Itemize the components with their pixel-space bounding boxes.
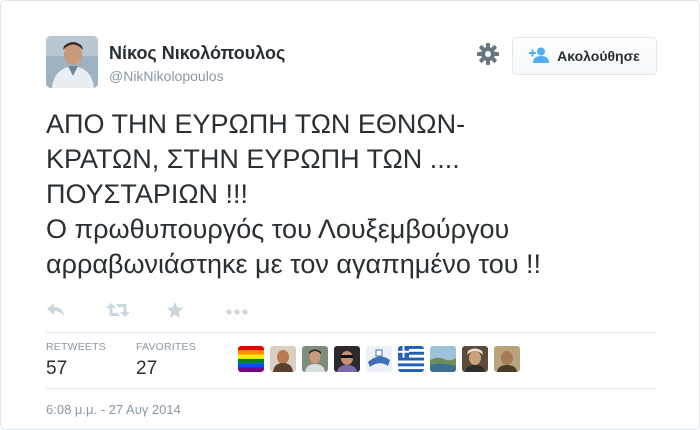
follow-button[interactable]: Ακολούθησε [512,37,657,75]
avatar[interactable] [270,346,296,372]
favorites-stat[interactable]: FAVORITES 27 [136,341,196,380]
favorite-icon [166,301,184,324]
favorite-button[interactable] [166,301,226,323]
more-icon [226,303,248,321]
user-display-name[interactable]: Νίκος Νικολόπουλος [109,43,285,64]
favorites-label: FAVORITES [136,341,196,353]
favorites-count: 27 [136,358,158,379]
avatar[interactable] [302,346,328,372]
tweet-text: ΑΠΟ ΤΗΝ ΕΥΡΩΠΗ ΤΩΝ ΕΘΝΩΝ- ΚΡΑΤΩΝ, ΣΤΗΝ Ε… [46,109,541,279]
reply-button[interactable] [46,301,106,323]
retweets-label: RETWEETS [46,341,106,353]
user-handle[interactable]: @NikNikolopoulos [109,68,224,84]
gear-icon[interactable] [476,42,500,66]
more-button[interactable] [226,301,286,323]
reply-icon [46,302,66,323]
tweet-card: Νίκος Νικολόπουλος @NikNikolopoulos Ακολ… [0,0,700,430]
add-user-icon [529,47,550,66]
tweet-actions [46,301,286,323]
avatar[interactable] [398,346,424,372]
tweet-timestamp[interactable]: 6:08 μ.μ. - 27 Αυγ 2014 [46,402,181,417]
avatar[interactable] [494,346,520,372]
divider [46,388,656,389]
avatar[interactable] [366,346,392,372]
favorited-by-avatars [238,346,520,372]
retweets-count: 57 [46,358,68,379]
retweet-button[interactable] [106,301,166,323]
avatar[interactable] [462,346,488,372]
retweet-icon [106,302,130,323]
avatar[interactable] [430,346,456,372]
follow-button-label: Ακολούθησε [557,48,640,64]
divider [46,332,656,333]
avatar[interactable] [334,346,360,372]
user-avatar[interactable] [46,36,98,88]
avatar[interactable] [238,346,264,372]
retweets-stat[interactable]: RETWEETS 57 [46,341,106,380]
